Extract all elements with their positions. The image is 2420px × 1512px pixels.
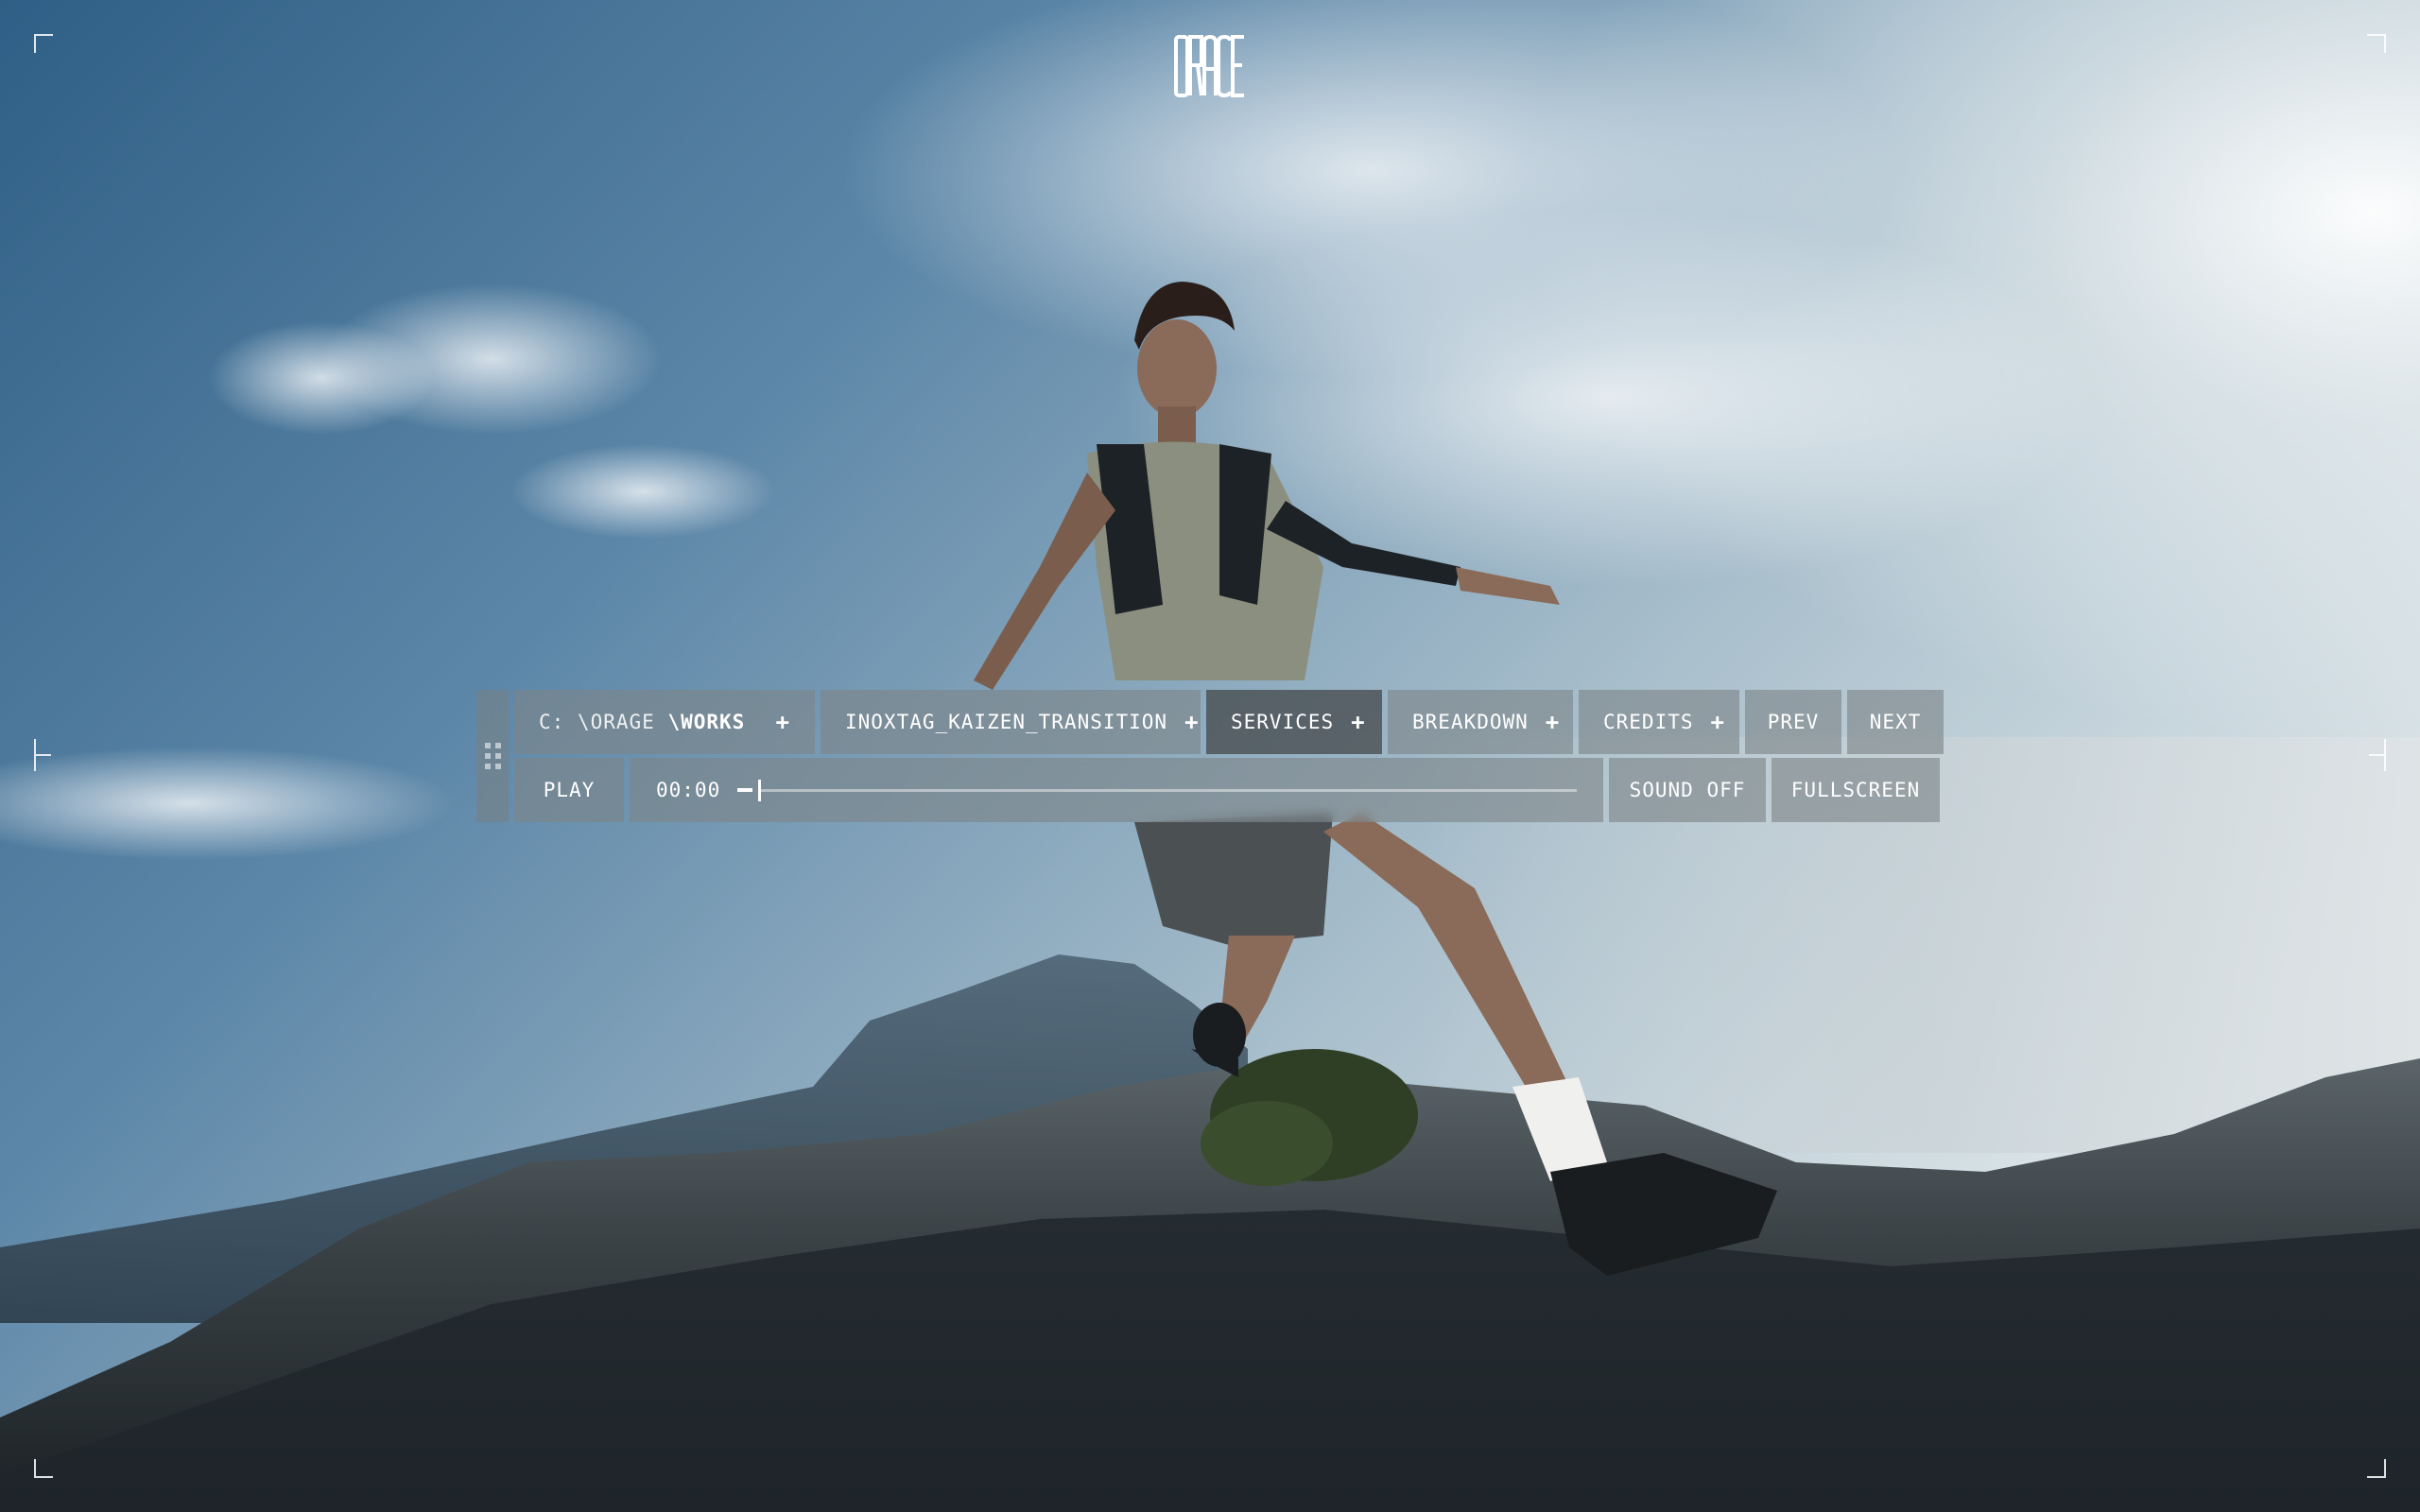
project-title: INOXTAG_KAIZEN_TRANSITION bbox=[845, 711, 1168, 733]
credits-button[interactable]: CREDITS + bbox=[1579, 690, 1739, 754]
breadcrumb-current: \WORKS bbox=[667, 711, 746, 733]
credits-label: CREDITS bbox=[1603, 711, 1694, 733]
edge-marker-right bbox=[2367, 739, 2386, 771]
breakdown-button[interactable]: BREAKDOWN + bbox=[1388, 690, 1573, 754]
path-breadcrumb-button[interactable]: C: \ORAGE \WORKS + bbox=[514, 690, 815, 754]
breadcrumb: C: \ORAGE \WORKS bbox=[539, 711, 745, 733]
brand-logo-mark bbox=[1174, 34, 1244, 98]
prev-button[interactable]: PREV bbox=[1745, 690, 1841, 754]
breakdown-label: BREAKDOWN bbox=[1412, 711, 1529, 733]
progress-scrubber[interactable] bbox=[737, 779, 1577, 801]
playback-row: PLAY 00:00 SOUND OFF FULLSCREEN bbox=[514, 758, 1940, 822]
timeline: 00:00 bbox=[630, 758, 1603, 822]
plus-icon: + bbox=[1184, 709, 1200, 735]
plus-icon: + bbox=[1351, 709, 1366, 735]
progress-knob[interactable] bbox=[758, 779, 762, 801]
plus-icon: + bbox=[1710, 709, 1725, 735]
breadcrumb-root: C: \ORAGE bbox=[539, 711, 655, 733]
corner-bracket-top-left bbox=[34, 34, 53, 53]
drag-handle-icon bbox=[484, 743, 501, 769]
current-time: 00:00 bbox=[656, 779, 721, 801]
plus-icon: + bbox=[775, 709, 790, 735]
sound-toggle-button[interactable]: SOUND OFF bbox=[1609, 758, 1766, 822]
brand-logo[interactable] bbox=[1172, 32, 1248, 100]
project-title-button[interactable]: INOXTAG_KAIZEN_TRANSITION + bbox=[821, 690, 1201, 754]
play-button[interactable]: PLAY bbox=[514, 758, 624, 822]
edge-marker-left bbox=[34, 739, 53, 771]
nav-row: C: \ORAGE \WORKS + INOXTAG_KAIZEN_TRANSI… bbox=[514, 690, 1944, 754]
panel-drag-handle[interactable] bbox=[476, 690, 509, 822]
fullscreen-button[interactable]: FULLSCREEN bbox=[1772, 758, 1940, 822]
next-button[interactable]: NEXT bbox=[1847, 690, 1944, 754]
progress-start-marker bbox=[737, 788, 753, 792]
services-label: SERVICES bbox=[1231, 711, 1335, 733]
corner-bracket-bottom-right bbox=[2367, 1459, 2386, 1478]
plus-icon: + bbox=[1545, 709, 1561, 735]
corner-bracket-top-right bbox=[2367, 34, 2386, 53]
services-button[interactable]: SERVICES + bbox=[1206, 690, 1382, 754]
player-panel: C: \ORAGE \WORKS + INOXTAG_KAIZEN_TRANSI… bbox=[476, 690, 1944, 822]
corner-bracket-bottom-left bbox=[34, 1459, 53, 1478]
progress-track[interactable] bbox=[758, 779, 1577, 801]
